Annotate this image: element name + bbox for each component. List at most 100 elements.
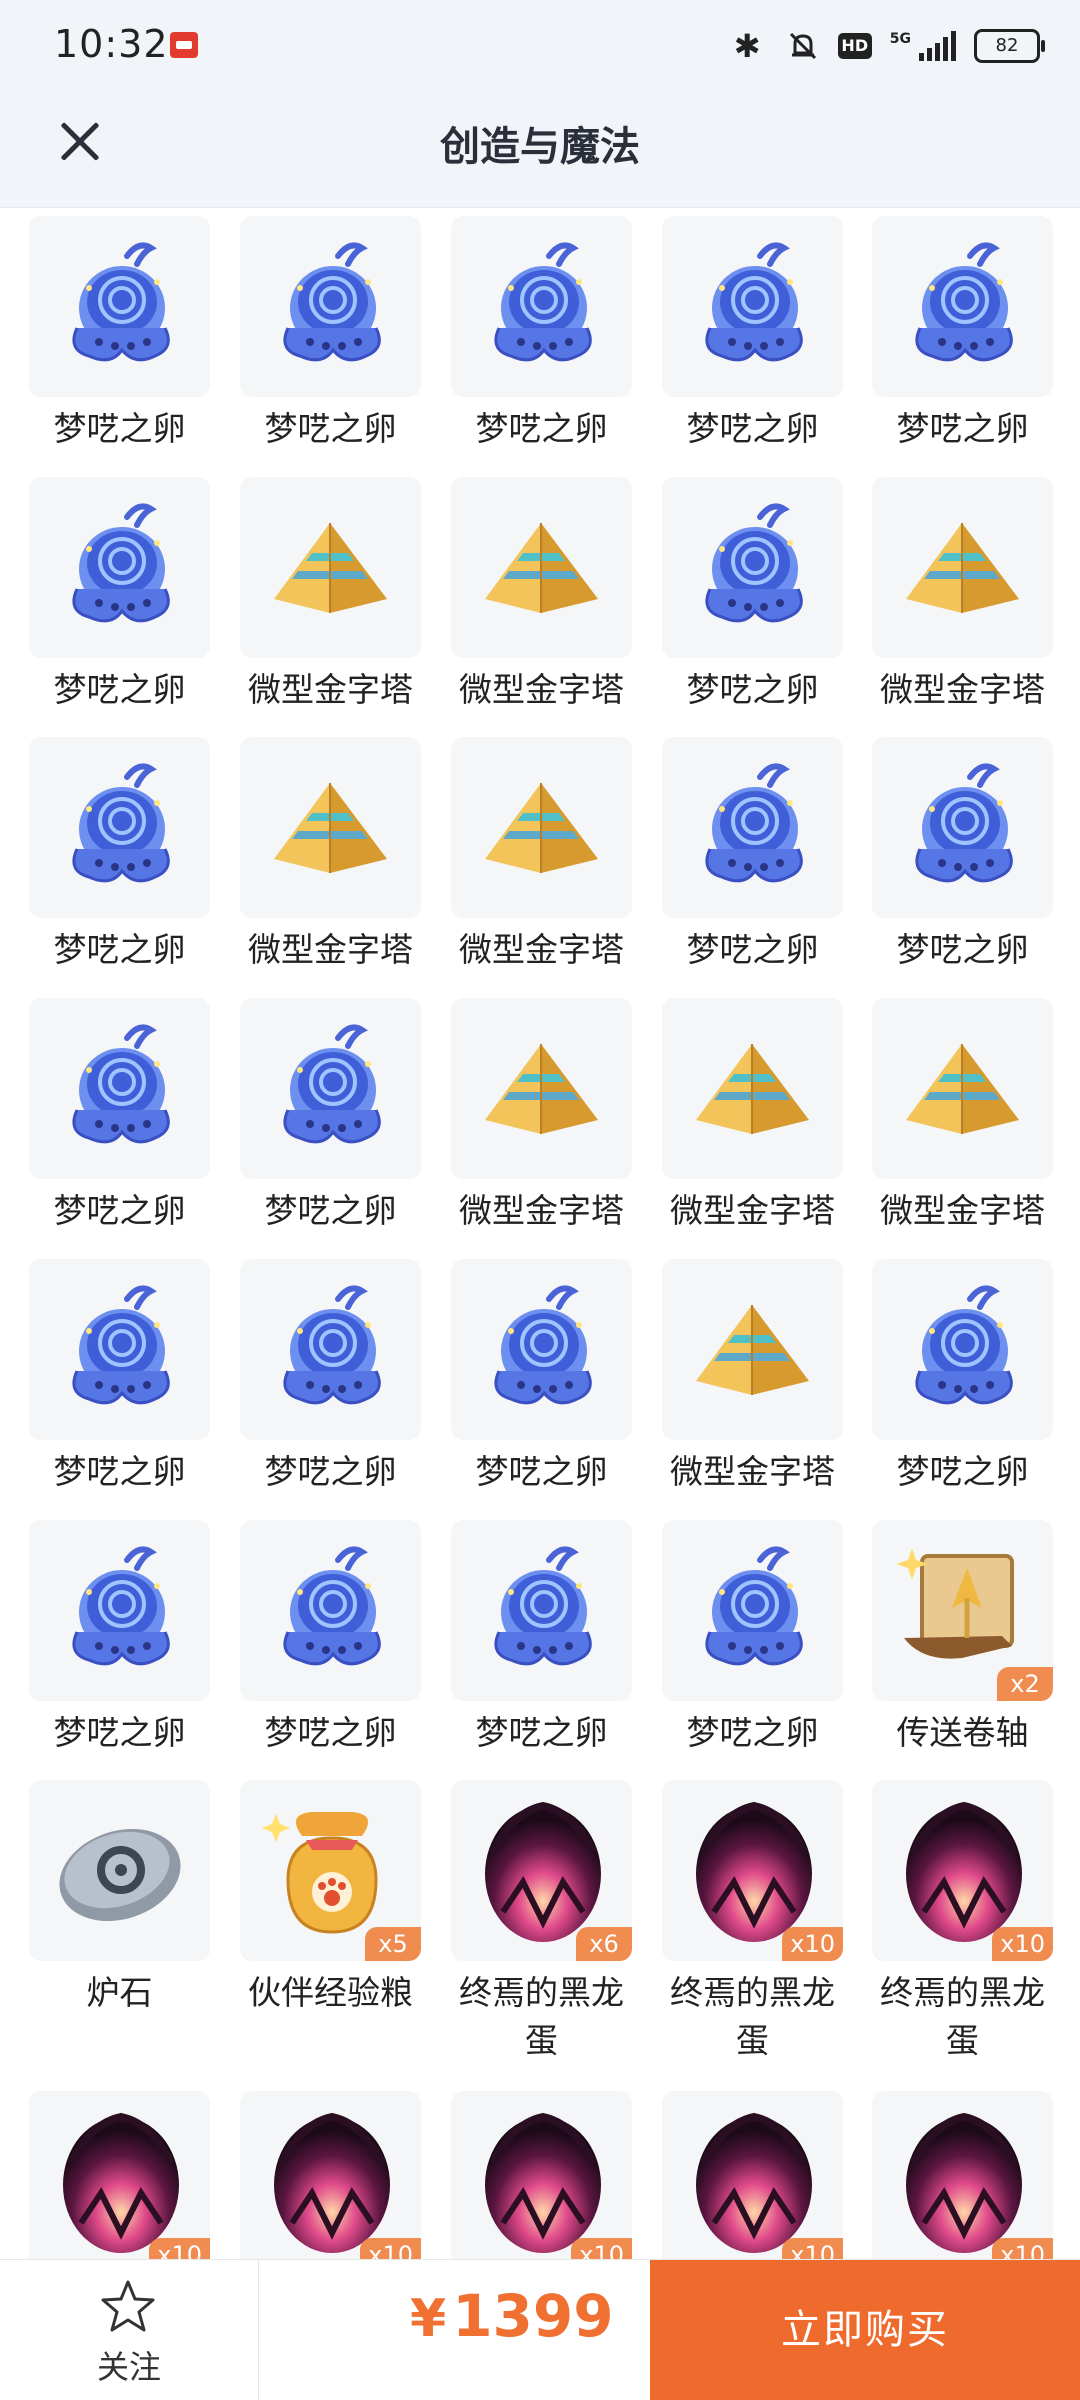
item-tile[interactable]: 梦呓之卵 — [662, 216, 843, 453]
item-image: x10 — [872, 2091, 1053, 2260]
quantity-badge: x6 — [576, 1927, 632, 1961]
item-tile[interactable]: 微型金字塔 — [872, 477, 1053, 714]
item-image — [29, 1520, 210, 1701]
follow-button[interactable]: 关注 — [0, 2260, 259, 2400]
signal-icon — [919, 31, 956, 61]
item-name: 终焉的黑龙蛋 — [459, 1973, 624, 2060]
item-tile[interactable]: x10 — [662, 2091, 843, 2260]
item-tile[interactable]: 梦呓之卵 — [872, 1259, 1053, 1496]
quantity-badge: x10 — [149, 2238, 210, 2260]
item-tile[interactable]: 微型金字塔 — [451, 737, 632, 974]
item-tile[interactable]: 梦呓之卵 — [240, 216, 421, 453]
item-tile[interactable]: x10 — [451, 2091, 632, 2260]
quantity-badge: x10 — [992, 2238, 1053, 2260]
price: ¥1399 — [410, 2282, 614, 2350]
item-name: 微型金字塔 — [248, 670, 413, 709]
item-tile[interactable]: 梦呓之卵 — [662, 737, 843, 974]
item-image — [240, 1520, 421, 1701]
item-tile[interactable]: 微型金字塔 — [240, 737, 421, 974]
item-tile[interactable]: 微型金字塔 — [662, 1259, 843, 1496]
item-tile[interactable]: 梦呓之卵 — [29, 477, 210, 714]
item-tile[interactable]: x5 伙伴经验粮 — [240, 1780, 421, 2017]
item-image: x10 — [662, 2091, 843, 2260]
item-tile[interactable]: 微型金字塔 — [451, 477, 632, 714]
item-tile[interactable]: 梦呓之卵 — [872, 216, 1053, 453]
item-name: 梦呓之卵 — [896, 409, 1029, 448]
item-tile[interactable]: 梦呓之卵 — [451, 1520, 632, 1757]
item-tile[interactable]: 梦呓之卵 — [872, 737, 1053, 974]
buy-now-button[interactable]: 立即购买 — [650, 2260, 1080, 2400]
item-name: 终焉的黑龙蛋 — [670, 1973, 835, 2060]
status-bar: 10:32 ✱ HD 5G 82 — [0, 0, 1080, 92]
item-name: 梦呓之卵 — [264, 1191, 397, 1230]
item-image — [451, 737, 632, 918]
item-image — [662, 477, 843, 658]
item-image — [662, 737, 843, 918]
item-image — [29, 737, 210, 918]
item-name: 微型金字塔 — [880, 1191, 1045, 1230]
item-tile[interactable]: 炉石 — [29, 1780, 210, 2017]
item-tile[interactable]: 梦呓之卵 — [29, 998, 210, 1235]
item-image — [240, 737, 421, 918]
item-name: 梦呓之卵 — [686, 670, 819, 709]
item-image — [451, 1259, 632, 1440]
item-name: 梦呓之卵 — [53, 670, 186, 709]
item-tile[interactable]: 梦呓之卵 — [29, 1520, 210, 1757]
item-name: 梦呓之卵 — [475, 409, 608, 448]
item-image — [29, 1780, 210, 1961]
item-image: x10 — [451, 2091, 632, 2260]
item-tile[interactable]: 梦呓之卵 — [662, 477, 843, 714]
item-image — [451, 216, 632, 397]
network-type: 5G — [889, 31, 911, 47]
item-tile[interactable]: 微型金字塔 — [662, 998, 843, 1235]
item-name: 微型金字塔 — [459, 930, 624, 969]
item-name: 梦呓之卵 — [53, 1452, 186, 1491]
item-tile[interactable]: 微型金字塔 — [240, 477, 421, 714]
item-name: 梦呓之卵 — [264, 1452, 397, 1491]
item-tile[interactable]: 梦呓之卵 — [451, 216, 632, 453]
item-name: 梦呓之卵 — [896, 930, 1029, 969]
item-tile[interactable]: 梦呓之卵 — [29, 216, 210, 453]
item-tile[interactable]: x6 终焉的黑龙蛋 — [451, 1780, 632, 2065]
item-image: x10 — [240, 2091, 421, 2260]
item-tile[interactable]: x10 终焉的黑龙蛋 — [662, 1780, 843, 2065]
item-tile[interactable]: 梦呓之卵 — [240, 1259, 421, 1496]
item-tile[interactable]: x10 终焉的黑龙蛋 — [872, 1780, 1053, 2065]
star-icon — [101, 2280, 155, 2332]
status-time: 10:32 — [54, 22, 169, 66]
bottom-action-bar: 关注 ¥1399 立即购买 — [0, 2259, 1080, 2400]
item-name: 炉石 — [86, 1973, 153, 2012]
item-image — [662, 998, 843, 1179]
item-tile[interactable]: x10 — [29, 2091, 210, 2260]
status-icons: ✱ HD 5G 82 — [733, 26, 1045, 66]
item-tile[interactable]: 微型金字塔 — [872, 998, 1053, 1235]
item-tile[interactable]: 梦呓之卵 — [29, 1259, 210, 1496]
item-image: x10 — [662, 1780, 843, 1961]
item-tile[interactable]: x2 传送卷轴 — [872, 1520, 1053, 1757]
item-name: 梦呓之卵 — [896, 1452, 1029, 1491]
item-tile[interactable]: 梦呓之卵 — [662, 1520, 843, 1757]
item-name: 梦呓之卵 — [686, 1713, 819, 1752]
item-name: 梦呓之卵 — [53, 409, 186, 448]
item-tile[interactable]: 梦呓之卵 — [29, 737, 210, 974]
item-image — [240, 477, 421, 658]
item-name: 梦呓之卵 — [475, 1713, 608, 1752]
item-tile[interactable]: x10 — [872, 2091, 1053, 2260]
bluetooth-icon: ✱ — [733, 27, 761, 65]
page-title: 创造与魔法 — [440, 124, 640, 170]
item-image: x6 — [451, 1780, 632, 1961]
quantity-badge: x10 — [782, 1927, 843, 1961]
item-tile[interactable]: x10 — [240, 2091, 421, 2260]
currency-symbol: ¥ — [410, 2289, 447, 2349]
item-tile[interactable]: 微型金字塔 — [451, 998, 632, 1235]
item-tile[interactable]: 梦呓之卵 — [451, 1259, 632, 1496]
item-image — [29, 998, 210, 1179]
item-image — [872, 998, 1053, 1179]
item-image — [872, 477, 1053, 658]
item-tile[interactable]: 梦呓之卵 — [240, 998, 421, 1235]
item-image — [29, 1259, 210, 1440]
item-image — [240, 216, 421, 397]
item-tile[interactable]: 梦呓之卵 — [240, 1520, 421, 1757]
item-image — [872, 216, 1053, 397]
item-image — [240, 998, 421, 1179]
